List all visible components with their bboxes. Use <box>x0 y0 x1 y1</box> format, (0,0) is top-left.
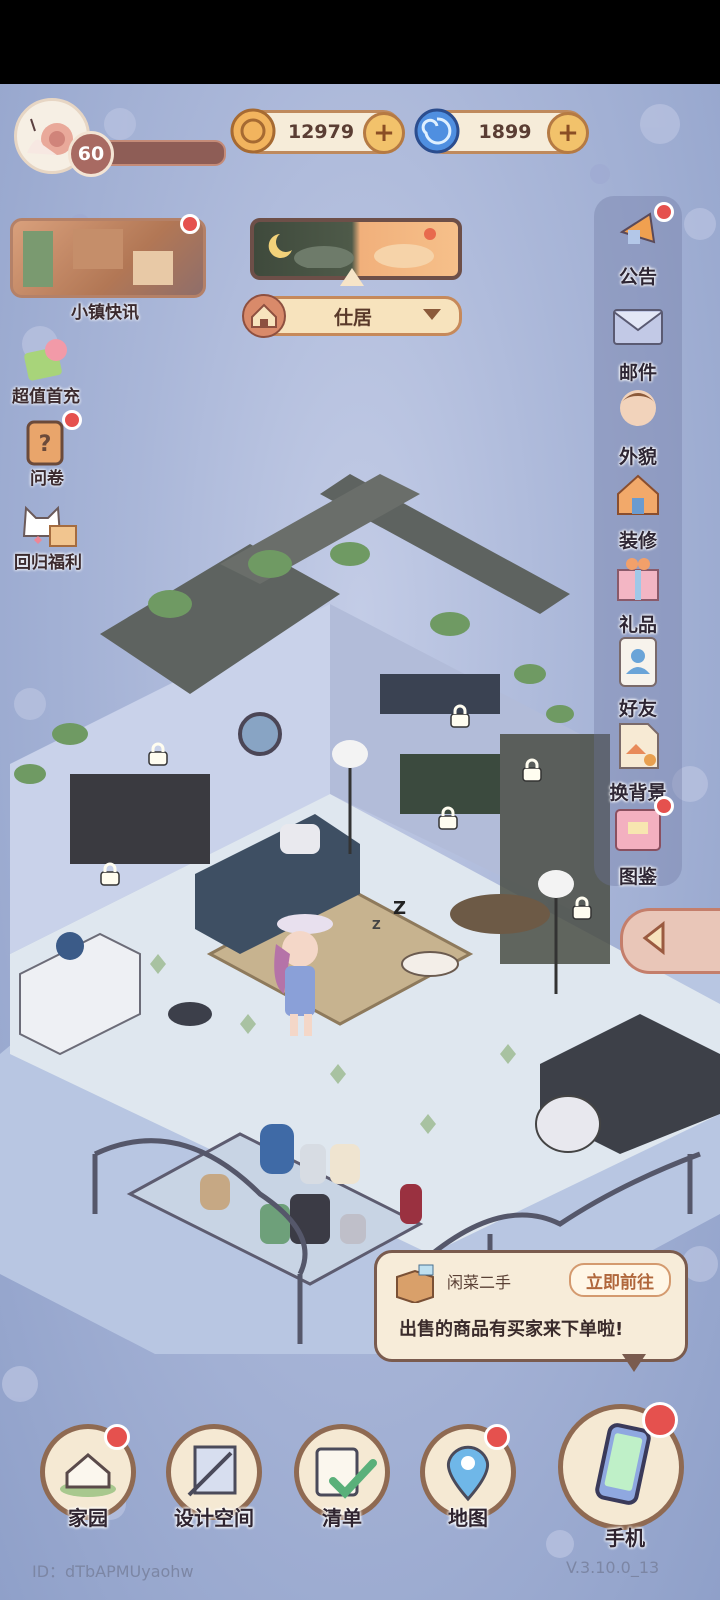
location-name: 仕居 <box>333 306 372 329</box>
collection-red-dot <box>654 796 674 816</box>
sofa-pillow <box>280 824 320 854</box>
moon-sun-icon <box>268 228 436 270</box>
wall-shelf <box>70 774 210 864</box>
decorate-icon <box>617 474 659 515</box>
house-icon <box>242 294 286 338</box>
sleeping-dog <box>401 951 459 977</box>
gem-currency: 1899 + <box>414 108 589 154</box>
menu-appearance[interactable]: 外貌 <box>600 382 676 469</box>
appearance-icon <box>620 390 656 426</box>
menu-gift[interactable]: 礼品 <box>600 550 676 637</box>
character <box>285 966 315 1016</box>
background-icon <box>619 723 659 769</box>
coin-icon <box>230 108 276 154</box>
location-selector[interactable]: 仕居 <box>242 294 462 338</box>
add-gem-button[interactable]: + <box>547 112 589 154</box>
sleep-z: Z <box>393 898 406 919</box>
menu-decorate[interactable]: 装修 <box>600 466 676 553</box>
floor-lamp-right <box>538 870 574 898</box>
collapse-menu-button[interactable] <box>620 908 720 974</box>
phone-red-dot <box>642 1402 678 1438</box>
status-bar <box>0 0 720 84</box>
news-red-dot <box>180 214 200 234</box>
map-red-dot <box>484 1424 510 1450</box>
time-indicator <box>340 268 364 286</box>
notification-title: 闲菜二手 <box>447 1273 512 1292</box>
menu-mail[interactable]: 邮件 <box>600 298 676 385</box>
basket <box>535 1095 601 1153</box>
survey-red-dot <box>62 410 82 430</box>
news-thumbnail <box>23 229 173 287</box>
lock-icon[interactable] <box>436 806 460 830</box>
nav-design-label: 设计空间 <box>174 1506 254 1530</box>
mail-icon <box>613 309 663 345</box>
coffee-table <box>450 894 550 934</box>
game-screen[interactable]: Z Z 60 12979 + 1899 + 小镇快讯 超值首充 ? 问卷 回归福… <box>0 84 720 1600</box>
go-now-button[interactable]: 立即前往 <box>569 1263 671 1297</box>
player-id: ID：dTbAPMUyaohw <box>32 1562 194 1581</box>
return-bonus-icon[interactable] <box>18 498 78 550</box>
nav-map-label: 地图 <box>448 1506 488 1530</box>
nav-home-label: 家园 <box>68 1506 108 1530</box>
coin-currency: 12979 + <box>230 108 405 154</box>
nav-checklist-label: 清单 <box>322 1506 362 1530</box>
notification-message: 出售的商品有买家来下单啦! <box>399 1319 624 1340</box>
gift-icon <box>617 558 659 601</box>
town-news-card[interactable] <box>10 218 206 298</box>
return-bonus-label: 回归福利 <box>14 553 82 573</box>
lock-icon[interactable] <box>448 704 472 728</box>
bottle-shelf <box>400 754 500 814</box>
chevron-down-icon <box>423 309 441 320</box>
book-shelf <box>380 674 500 714</box>
lock-icon[interactable] <box>98 862 122 886</box>
lock-icon[interactable] <box>520 758 544 782</box>
notification-bubble[interactable]: 闲菜二手 立即前往 出售的商品有买家来下单啦! <box>374 1250 688 1362</box>
menu-change-background[interactable]: 换背景 <box>600 718 676 805</box>
globe <box>56 932 84 960</box>
add-coin-button[interactable]: + <box>363 112 405 154</box>
lock-icon[interactable] <box>146 742 170 766</box>
wall-mirror <box>238 712 282 756</box>
first-recharge-label: 超值首充 <box>12 387 80 407</box>
announcement-red-dot <box>654 202 674 222</box>
survey-icon[interactable]: ? <box>22 418 68 468</box>
friends-icon <box>619 637 657 687</box>
chevron-left-icon <box>642 920 665 956</box>
nav-phone-label: 手机 <box>605 1526 645 1550</box>
level-badge: 60 <box>68 131 114 177</box>
version-label: V.3.10.0_13 <box>566 1558 660 1577</box>
home-red-dot <box>104 1424 130 1450</box>
character-hat <box>277 914 333 934</box>
lock-icon[interactable] <box>570 896 594 920</box>
notification-tail <box>622 1354 646 1372</box>
sleep-z-small: Z <box>372 918 381 932</box>
survey-label: 问卷 <box>30 469 64 489</box>
stool <box>168 1002 212 1026</box>
menu-friends[interactable]: 好友 <box>600 634 676 721</box>
town-news-label: 小镇快讯 <box>71 303 139 323</box>
svg-text:?: ? <box>39 432 52 457</box>
first-recharge-icon[interactable] <box>20 332 72 384</box>
floor-lamp <box>332 740 368 768</box>
box-icon <box>396 1264 434 1303</box>
swirl-gem-icon <box>414 108 460 154</box>
